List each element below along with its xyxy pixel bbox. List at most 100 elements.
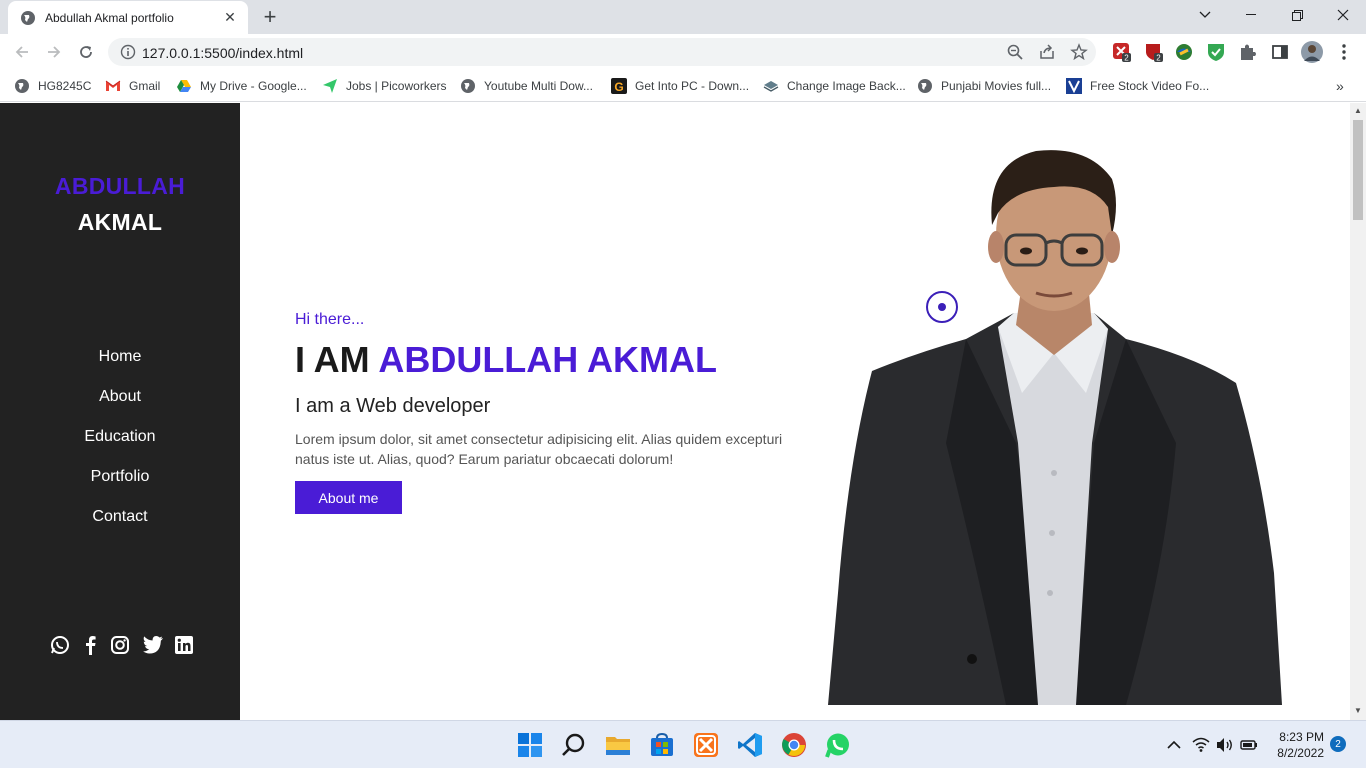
facebook-icon[interactable]: [82, 635, 100, 657]
bookmark-item[interactable]: Punjabi Movies full...: [917, 76, 1051, 96]
xampp-icon[interactable]: [693, 732, 719, 758]
globe-icon: [918, 79, 932, 93]
address-bar[interactable]: 127.0.0.1:5500/index.html: [108, 38, 1096, 66]
more-bookmarks-button[interactable]: »: [1336, 76, 1344, 96]
back-button[interactable]: [9, 39, 35, 65]
scroll-down-arrow[interactable]: ▼: [1354, 706, 1362, 715]
browser-toolbar: 127.0.0.1:5500/index.html 2 2: [0, 34, 1366, 70]
about-me-button[interactable]: About me: [295, 481, 402, 514]
nav-education[interactable]: Education: [0, 423, 240, 463]
clock-date: 8/2/2022: [1277, 746, 1324, 760]
extension-badge-1: 2: [1124, 54, 1129, 63]
gmail-icon: [105, 80, 121, 91]
new-tab-button[interactable]: +: [258, 4, 282, 29]
tab-title: Abdullah Akmal portfolio: [45, 10, 174, 25]
sidebar-nav: Home About Education Portfolio Contact: [0, 343, 240, 543]
bookmark-item[interactable]: HG8245C: [14, 76, 91, 96]
minimize-button[interactable]: [1228, 0, 1274, 30]
brand-first-name: ABDULLAH: [54, 173, 186, 199]
tab-search-icon[interactable]: [1182, 0, 1228, 30]
globe-icon: [461, 79, 475, 93]
bookmark-item[interactable]: Free Stock Video Fo...: [1066, 76, 1209, 96]
site-info-icon[interactable]: [120, 44, 136, 60]
brand-last-name: AKMAL: [77, 209, 163, 235]
instagram-icon[interactable]: [110, 635, 132, 657]
close-tab-icon[interactable]: ✕: [222, 9, 238, 26]
browser-menu-icon[interactable]: [1334, 42, 1354, 62]
show-hidden-icons-icon[interactable]: [1165, 737, 1183, 753]
chrome-icon[interactable]: [781, 732, 807, 758]
bookmark-item[interactable]: Jobs | Picoworkers: [322, 76, 446, 96]
profile-photo: [828, 150, 1282, 705]
nav-portfolio[interactable]: Portfolio: [0, 463, 240, 503]
scroll-up-arrow[interactable]: ▲: [1354, 106, 1362, 115]
file-explorer-icon[interactable]: [605, 732, 631, 758]
whatsapp-icon[interactable]: [50, 635, 72, 657]
share-icon[interactable]: [1038, 43, 1056, 61]
bookmark-item[interactable]: Youtube Multi Dow...: [460, 76, 593, 96]
microsoft-store-icon[interactable]: [649, 732, 675, 758]
globe-icon: [15, 79, 29, 93]
volume-icon[interactable]: [1216, 737, 1234, 753]
videvo-icon: [1066, 78, 1082, 94]
tab-strip: Abdullah Akmal portfolio ✕ +: [0, 0, 1366, 34]
browser-tab[interactable]: Abdullah Akmal portfolio ✕: [8, 1, 248, 34]
linkedin-icon[interactable]: [174, 635, 196, 657]
layers-icon: [763, 81, 779, 92]
windows-start-icon[interactable]: [517, 732, 543, 758]
page-scrollbar[interactable]: ▲ ▼: [1350, 103, 1366, 720]
bookmark-label: Punjabi Movies full...: [941, 79, 1052, 93]
bookmark-label: My Drive - Google...: [200, 79, 307, 93]
hero-description: Lorem ipsum dolor, sit amet consectetur …: [295, 431, 783, 467]
url-text: 127.0.0.1:5500/index.html: [142, 45, 304, 61]
nav-contact[interactable]: Contact: [0, 503, 240, 543]
page-viewport: ABDULLAH AKMAL Home About Education Port…: [0, 103, 1350, 720]
notification-badge[interactable]: 2: [1330, 736, 1346, 752]
bookmark-item[interactable]: My Drive - Google...: [176, 76, 307, 96]
nav-about[interactable]: About: [0, 383, 240, 423]
extension-idm-icon[interactable]: [1174, 42, 1194, 62]
drive-icon: [177, 80, 191, 92]
close-window-button[interactable]: [1320, 0, 1366, 30]
bookmark-label: Jobs | Picoworkers: [346, 79, 447, 93]
bookmark-label: Youtube Multi Dow...: [484, 79, 593, 93]
bookmark-item[interactable]: Change Image Back...: [763, 76, 906, 96]
forward-button[interactable]: [41, 39, 67, 65]
bookmark-item[interactable]: Gmail: [105, 76, 160, 96]
bookmark-label: Free Stock Video Fo...: [1090, 79, 1210, 93]
restore-button[interactable]: [1274, 0, 1320, 30]
extensions-puzzle-icon[interactable]: [1238, 42, 1258, 62]
reload-button[interactable]: [73, 39, 99, 65]
picoworkers-icon: [323, 79, 337, 93]
whatsapp-app-icon[interactable]: [825, 732, 851, 758]
twitter-icon[interactable]: [142, 635, 164, 657]
nav-home[interactable]: Home: [0, 343, 240, 383]
bookmark-star-icon[interactable]: [1070, 43, 1088, 61]
clock-time: 8:23 PM: [1279, 730, 1324, 744]
system-clock[interactable]: 8:23 PM 8/2/2022: [1262, 729, 1324, 761]
svg-text:G: G: [614, 80, 623, 94]
windows-taskbar: 8:23 PM 8/2/2022 2: [0, 720, 1366, 768]
battery-icon[interactable]: [1240, 737, 1258, 753]
zoom-icon[interactable]: [1006, 43, 1024, 61]
hero-heading: I AM ABDULLAH AKMAL: [295, 339, 717, 381]
globe-icon: [21, 10, 35, 25]
wifi-icon[interactable]: [1192, 737, 1210, 753]
scrollbar-thumb[interactable]: [1353, 120, 1363, 220]
bookmark-label: Gmail: [129, 79, 161, 93]
extension-shield-icon[interactable]: 2: [1144, 42, 1164, 62]
extension-red-x-icon[interactable]: 2: [1112, 42, 1132, 62]
bookmark-label: HG8245C: [38, 79, 92, 93]
extension-green-shield-icon[interactable]: [1206, 42, 1226, 62]
search-icon[interactable]: [561, 732, 587, 758]
bookmark-label: Change Image Back...: [787, 79, 906, 93]
profile-avatar[interactable]: [1301, 41, 1323, 63]
vscode-icon[interactable]: [737, 732, 763, 758]
bookmark-label: Get Into PC - Down...: [635, 79, 750, 93]
side-panel-icon[interactable]: [1270, 42, 1290, 62]
bookmark-item[interactable]: G Get Into PC - Down...: [611, 76, 749, 96]
extension-badge-2: 2: [1156, 54, 1161, 63]
sidebar: ABDULLAH AKMAL Home About Education Port…: [0, 103, 240, 720]
social-links: [50, 635, 196, 657]
hero-heading-prefix: I AM: [295, 339, 370, 380]
